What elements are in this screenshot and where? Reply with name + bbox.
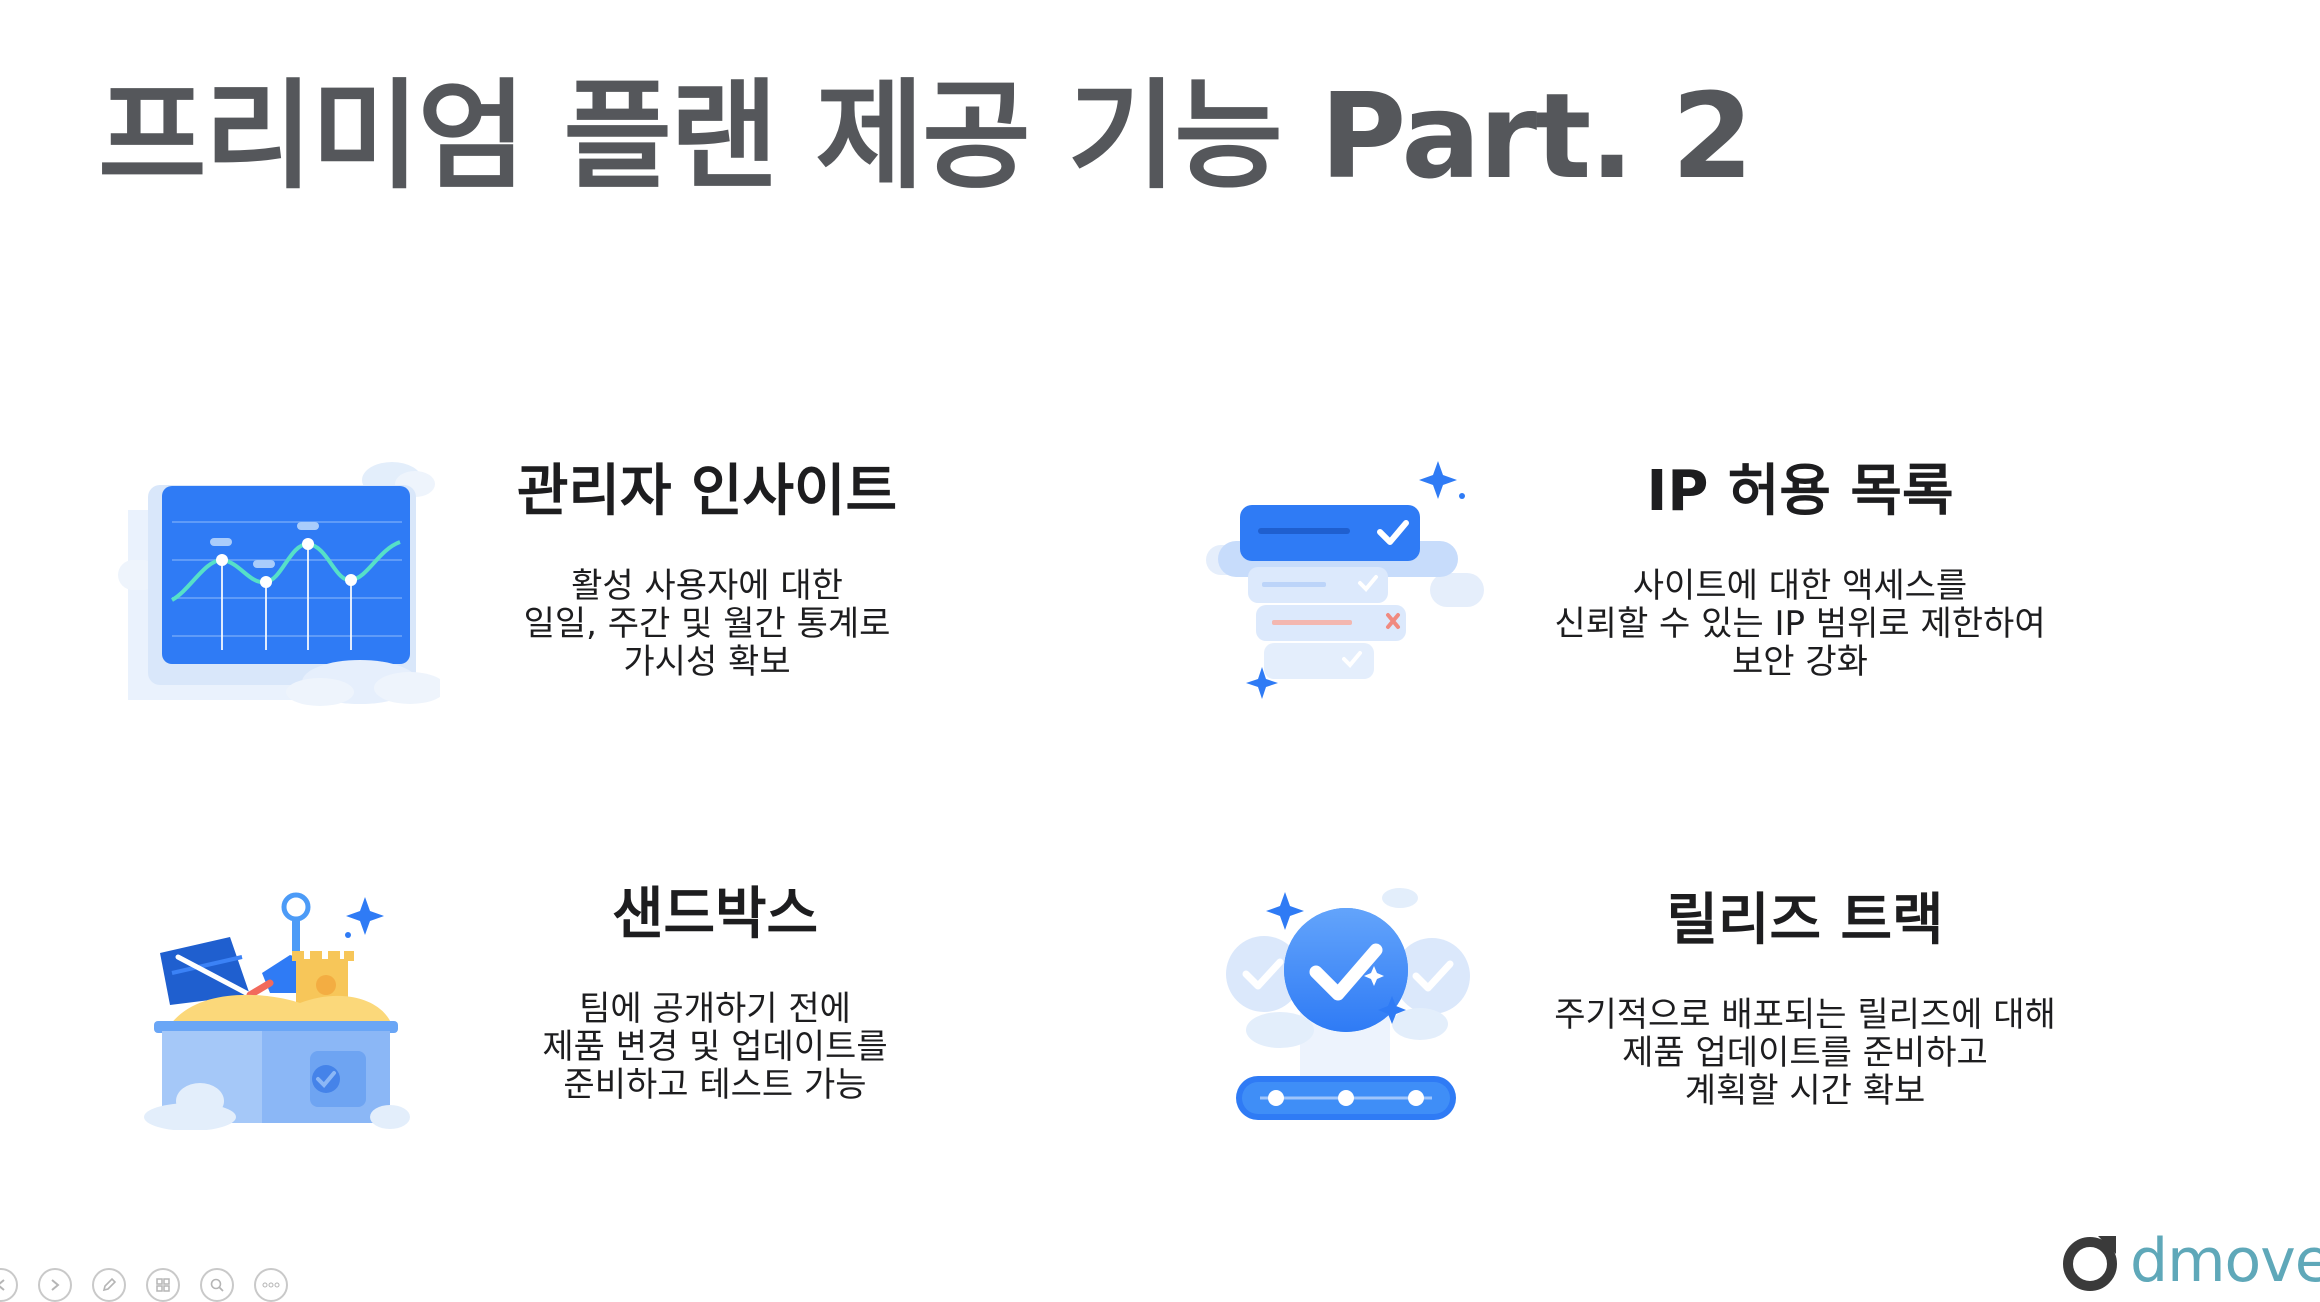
logo-text: dmove	[2130, 1226, 2320, 1296]
release-track-icon	[1210, 880, 1490, 1129]
feature-sandbox: 샌드박스 팀에 공개하기 전에 제품 변경 및 업데이트를 준비하고 테스트 가…	[470, 880, 960, 1104]
chart-icon	[110, 450, 446, 714]
grid-icon[interactable]	[146, 1268, 180, 1302]
next-icon[interactable]	[38, 1268, 72, 1302]
feature-description-line: 보안 강화	[1732, 642, 1868, 682]
feature-description-line: 가시성 확보	[623, 642, 791, 682]
feature-description: 팀에 공개하기 전에 제품 변경 및 업데이트를 준비하고 테스트 가능	[470, 990, 960, 1104]
feature-heading: IP 허용 목록	[1646, 459, 1954, 524]
feature-description-line: 신뢰할 수 있는 IP 범위로 제한하여	[1554, 604, 2046, 644]
feature-description: 사이트에 대한 액세스를 신뢰할 수 있는 IP 범위로 제한하여 보안 강화	[1505, 567, 2095, 681]
feature-heading: 샌드박스	[611, 882, 819, 947]
slideshow-toolbar	[0, 1268, 288, 1302]
checklist-icon	[1200, 455, 1490, 709]
feature-description: 활성 사용자에 대한 일일, 주간 및 월간 통계로 가시성 확보	[462, 567, 952, 681]
feature-description: 주기적으로 배포되는 릴리즈에 대해 제품 업데이트를 준비하고 계획할 시간 …	[1500, 996, 2110, 1110]
feature-admin-insight: 관리자 인사이트 활성 사용자에 대한 일일, 주간 및 월간 통계로 가시성 …	[462, 457, 952, 681]
sandbox-icon	[130, 885, 420, 1134]
feature-description-line: 주기적으로 배포되는 릴리즈에 대해	[1554, 995, 2056, 1035]
prev-icon[interactable]	[0, 1268, 18, 1302]
feature-description-line: 제품 변경 및 업데이트를	[542, 1027, 888, 1067]
feature-description-line: 활성 사용자에 대한	[571, 566, 843, 606]
feature-description-line: 계획할 시간 확보	[1684, 1071, 1926, 1111]
feature-description-line: 준비하고 테스트 가능	[563, 1065, 867, 1105]
feature-description-line: 팀에 공개하기 전에	[579, 989, 851, 1029]
feature-description-line: 사이트에 대한 액세스를	[1632, 566, 1968, 606]
pen-icon[interactable]	[92, 1268, 126, 1302]
feature-ip-allowlist: IP 허용 목록 사이트에 대한 액세스를 신뢰할 수 있는 IP 범위로 제한…	[1505, 457, 2095, 681]
dmove-logo: dmove	[2060, 1230, 2320, 1292]
feature-heading: 릴리즈 트랙	[1666, 888, 1944, 953]
feature-release-track: 릴리즈 트랙 주기적으로 배포되는 릴리즈에 대해 제품 업데이트를 준비하고 …	[1500, 886, 2110, 1110]
feature-heading: 관리자 인사이트	[516, 459, 898, 524]
more-icon[interactable]	[254, 1268, 288, 1302]
feature-description-line: 일일, 주간 및 월간 통계로	[523, 604, 891, 644]
logo-mark-icon	[2063, 1236, 2117, 1291]
zoom-icon[interactable]	[200, 1268, 234, 1302]
feature-description-line: 제품 업데이트를 준비하고	[1622, 1033, 1988, 1073]
page-title: 프리미엄 플랜 제공 기능 Part. 2	[98, 67, 1753, 205]
